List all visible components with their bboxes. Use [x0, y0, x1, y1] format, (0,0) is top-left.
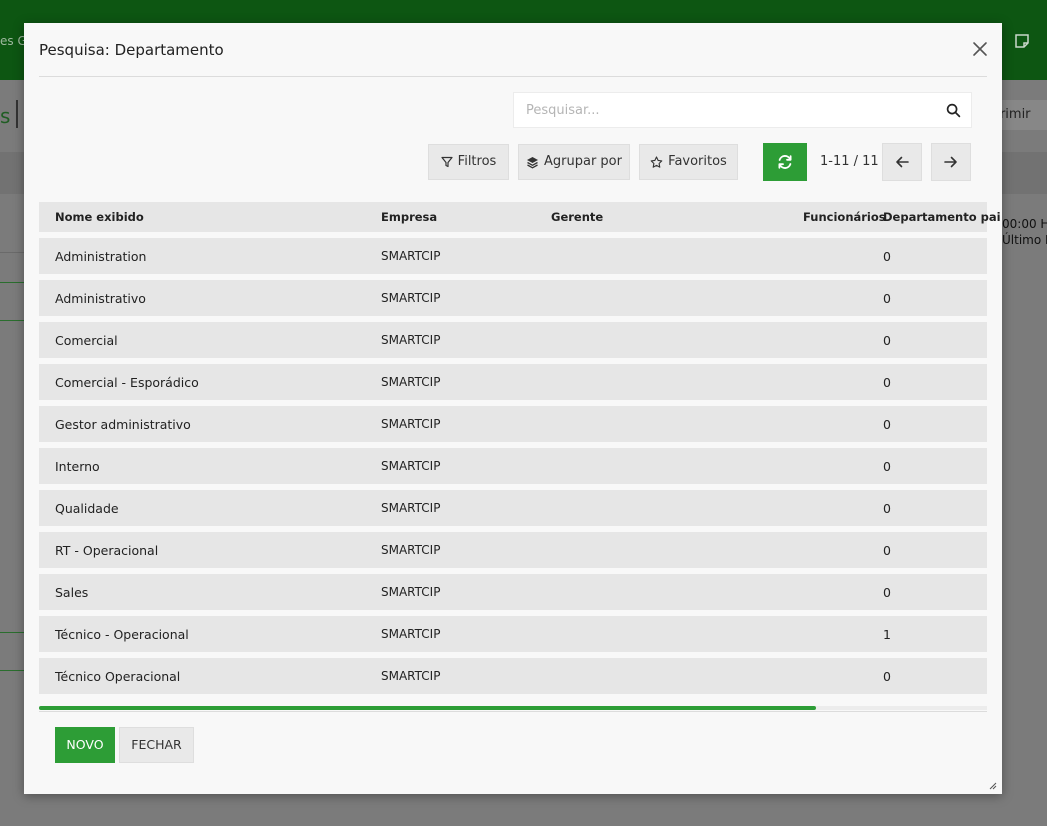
- cell-name: Interno: [55, 459, 100, 474]
- search-input[interactable]: [526, 93, 926, 127]
- cell-name: Sales: [55, 585, 89, 600]
- table-row[interactable]: Gestor administrativo SMARTCIP 0: [39, 406, 987, 442]
- cell-company: SMARTCIP: [381, 585, 441, 599]
- cell-employees: 0: [883, 375, 891, 390]
- table-row[interactable]: Sales SMARTCIP 0: [39, 574, 987, 610]
- note-icon: [1015, 34, 1029, 48]
- column-header-manager[interactable]: Gerente: [551, 210, 603, 224]
- cell-company: SMARTCIP: [381, 543, 441, 557]
- search-box: [513, 92, 972, 128]
- column-header-parent[interactable]: Departamento pai: [883, 210, 1001, 224]
- cell-employees: 0: [883, 585, 891, 600]
- horizontal-scrollbar-thumb[interactable]: [39, 706, 816, 710]
- background-line: [0, 632, 24, 633]
- next-page-button[interactable]: [931, 143, 971, 181]
- favorites-button[interactable]: Favoritos: [639, 144, 738, 180]
- resize-grip-icon[interactable]: [987, 780, 997, 790]
- cell-employees: 0: [883, 333, 891, 348]
- arrow-left-icon: [896, 156, 909, 168]
- cell-employees: 0: [883, 417, 891, 432]
- cell-employees: 1: [883, 627, 891, 642]
- cell-company: SMARTCIP: [381, 375, 441, 389]
- cell-company: SMARTCIP: [381, 669, 441, 683]
- background-line: [0, 252, 24, 253]
- background-heading: s: [0, 104, 11, 128]
- column-header-employees[interactable]: Funcionários: [803, 210, 886, 224]
- cell-employees: 0: [883, 669, 891, 684]
- background-line: [0, 282, 24, 283]
- table-row[interactable]: Comercial - Esporádico SMARTCIP 0: [39, 364, 987, 400]
- background-side-text-line: 00:00 H: [1002, 217, 1047, 231]
- cell-name: Técnico Operacional: [55, 669, 181, 684]
- background-line: [0, 670, 24, 671]
- table-row[interactable]: Técnico Operacional SMARTCIP 0: [39, 658, 987, 694]
- cell-company: SMARTCIP: [381, 417, 441, 431]
- cell-employees: 0: [883, 291, 891, 306]
- column-header-company[interactable]: Empresa: [381, 210, 437, 224]
- layers-icon: [527, 156, 538, 169]
- search-icon[interactable]: [946, 103, 961, 118]
- close-button[interactable]: FECHAR: [119, 727, 194, 763]
- table-row[interactable]: Qualidade SMARTCIP 0: [39, 490, 987, 526]
- pager-value[interactable]: 1-11 / 11: [820, 154, 879, 169]
- refresh-button[interactable]: [763, 143, 807, 181]
- cell-name: Qualidade: [55, 501, 119, 516]
- table-row[interactable]: Administrativo SMARTCIP 0: [39, 280, 987, 316]
- table-row[interactable]: Técnico - Operacional SMARTCIP 1: [39, 616, 987, 652]
- cell-name: RT - Operacional: [55, 543, 159, 558]
- header-divider: [39, 76, 987, 77]
- filters-label: Filtros: [457, 154, 497, 169]
- cell-name: Administrativo: [55, 291, 146, 306]
- table-row[interactable]: RT - Operacional SMARTCIP 0: [39, 532, 987, 568]
- background-divider: [16, 100, 18, 128]
- background-side-text-line: Último M: [1002, 233, 1047, 247]
- table-row[interactable]: Comercial SMARTCIP 0: [39, 322, 987, 358]
- cell-company: SMARTCIP: [381, 291, 441, 305]
- background-topbar-text: es G: [0, 34, 27, 48]
- cell-name: Comercial: [55, 333, 118, 348]
- cell-name: Administration: [55, 249, 147, 264]
- cell-company: SMARTCIP: [381, 459, 441, 473]
- star-icon: [650, 155, 663, 168]
- favorites-label: Favoritos: [668, 154, 727, 169]
- cell-employees: 0: [883, 543, 891, 558]
- search-dialog: Pesquisa: Departamento Filtros Agrupar p…: [24, 23, 1002, 794]
- cell-name: Comercial - Esporádico: [55, 375, 199, 390]
- filters-button[interactable]: Filtros: [428, 144, 509, 180]
- group-by-label: Agrupar por: [544, 154, 622, 169]
- cell-name: Gestor administrativo: [55, 417, 191, 432]
- dialog-title: Pesquisa: Departamento: [39, 41, 224, 59]
- background-line: [0, 320, 24, 321]
- arrow-right-icon: [944, 156, 957, 168]
- cell-employees: 0: [883, 459, 891, 474]
- table-row[interactable]: Administration SMARTCIP 0: [39, 238, 987, 274]
- cell-company: SMARTCIP: [381, 501, 441, 515]
- table-row[interactable]: Interno SMARTCIP 0: [39, 448, 987, 484]
- group-by-button[interactable]: Agrupar por: [518, 144, 630, 180]
- cell-employees: 0: [883, 249, 891, 264]
- footer-divider: [39, 711, 987, 712]
- background-side-text: 00:00 H Último M: [1002, 216, 1047, 248]
- close-icon[interactable]: [970, 39, 990, 59]
- new-button[interactable]: NOVO: [55, 727, 115, 763]
- cell-company: SMARTCIP: [381, 333, 441, 347]
- previous-page-button[interactable]: [882, 143, 922, 181]
- refresh-icon: [778, 155, 792, 169]
- table-header: Nome exibido Empresa Gerente Funcionário…: [39, 202, 1001, 232]
- cell-company: SMARTCIP: [381, 249, 441, 263]
- filter-icon: [441, 156, 453, 168]
- cell-name: Técnico - Operacional: [55, 627, 189, 642]
- cell-employees: 0: [883, 501, 891, 516]
- cell-company: SMARTCIP: [381, 627, 441, 641]
- column-header-name[interactable]: Nome exibido: [55, 210, 144, 224]
